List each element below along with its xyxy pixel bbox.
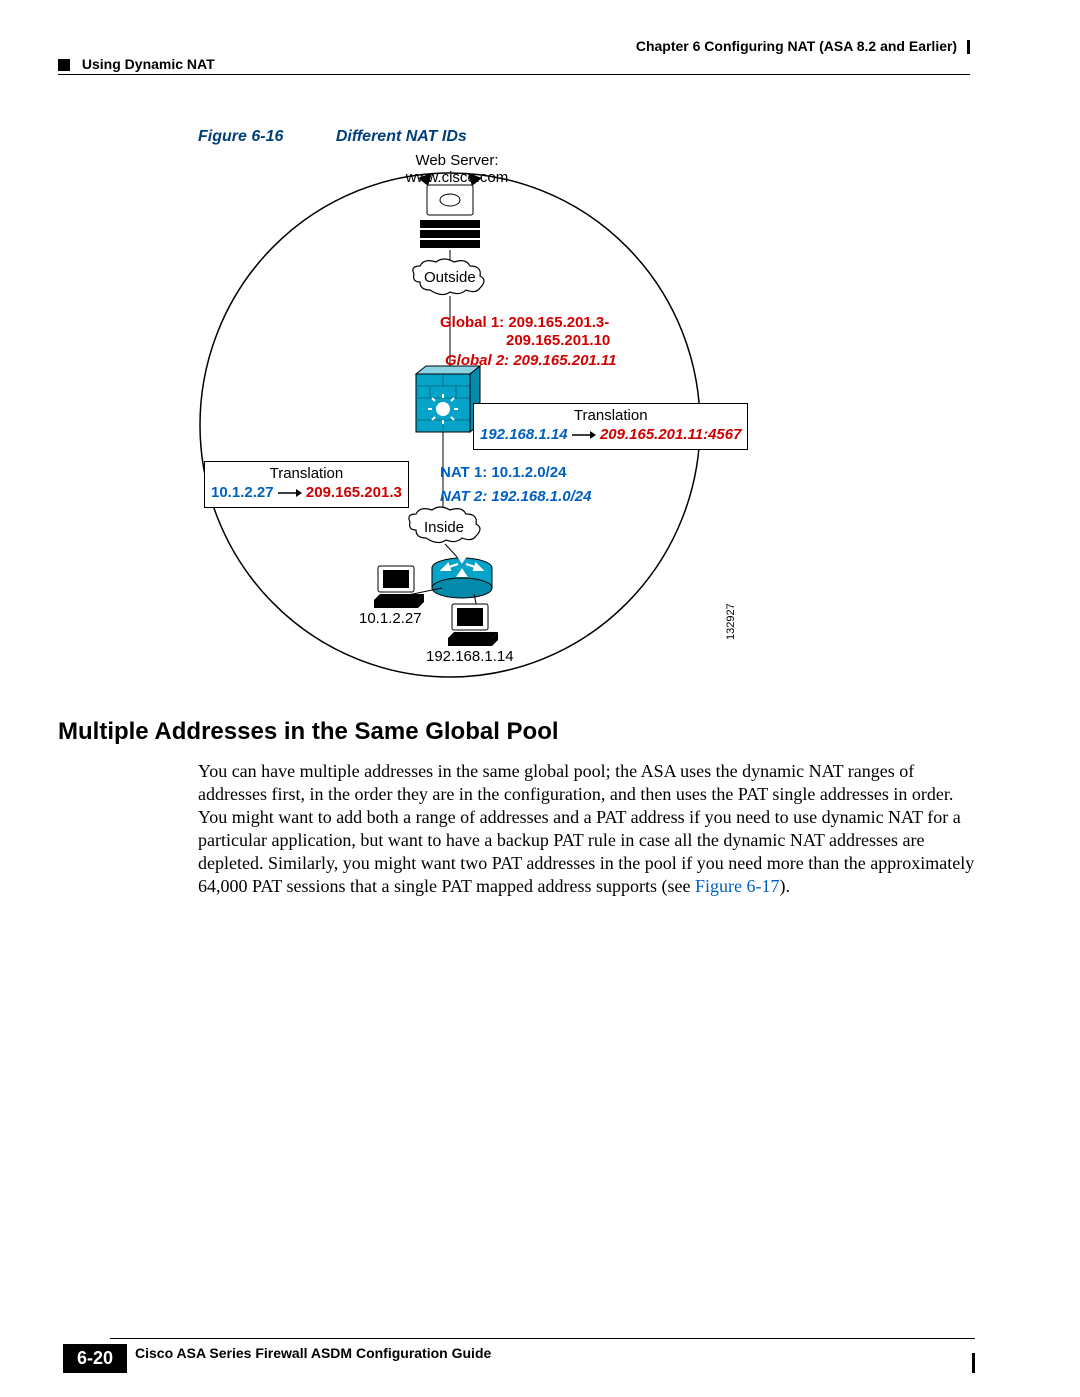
global1-line2: 209.165.201.10 <box>506 332 610 349</box>
arrow-right-icon <box>572 430 596 440</box>
webserver-line2: www.cisco.com <box>406 169 509 186</box>
body-pre: You can have multiple addresses in the s… <box>198 761 974 896</box>
trans-right-src: 192.168.1.14 <box>480 426 568 443</box>
section-heading: Multiple Addresses in the Same Global Po… <box>58 718 559 746</box>
figure-crossref-link[interactable]: Figure 6-17 <box>695 876 780 896</box>
arrow-right-icon <box>278 488 302 498</box>
translation-box-right: Translation 192.168.1.14 209.165.201.11:… <box>473 403 748 450</box>
translation-box-left: Translation 10.1.2.27 209.165.201.3 <box>204 461 409 508</box>
body-paragraph: You can have multiple addresses in the s… <box>198 760 975 898</box>
body-post: ). <box>780 876 791 896</box>
global1-line1: Global 1: 209.165.201.3- <box>440 314 609 331</box>
outside-label: Outside <box>424 269 476 286</box>
nat2-label: NAT 2: 192.168.1.0/24 <box>440 488 591 505</box>
figure-number: Figure 6-16 <box>198 128 283 145</box>
webserver-line1: Web Server: <box>415 152 498 169</box>
trans-left-src: 10.1.2.27 <box>211 484 274 501</box>
chapter-title: Chapter 6 Configuring NAT (ASA 8.2 and E… <box>636 38 957 54</box>
diagram: Web Server: www.cisco.com Outside Global… <box>170 150 770 680</box>
page-number-tab: 6-20 <box>63 1344 127 1373</box>
trans-left-dst: 209.165.201.3 <box>306 484 402 501</box>
figure-caption: Figure 6-16 Different NAT IDs <box>198 128 467 146</box>
header-rule <box>58 74 970 75</box>
running-header-left: Using Dynamic NAT <box>58 56 215 72</box>
translation-right-title: Translation <box>480 407 741 426</box>
footer-rule <box>110 1338 975 1339</box>
running-header-right: Chapter 6 Configuring NAT (ASA 8.2 and E… <box>636 38 970 54</box>
translation-left-title: Translation <box>211 465 402 484</box>
header-bar-icon <box>967 40 970 54</box>
global1-label: Global 1: 209.165.201.3- 209.165.201.10 <box>440 314 610 350</box>
host1-label: 10.1.2.27 <box>359 610 422 627</box>
image-code: 132927 <box>725 603 737 640</box>
nat1-label: NAT 1: 10.1.2.0/24 <box>440 464 566 481</box>
header-square-icon <box>58 59 70 71</box>
footer-bar-icon <box>972 1353 975 1373</box>
inside-label: Inside <box>424 519 464 536</box>
footer-guide-title: Cisco ASA Series Firewall ASDM Configura… <box>135 1345 491 1361</box>
global2-label: Global 2: 209.165.201.11 <box>445 352 617 369</box>
section-title: Using Dynamic NAT <box>82 56 215 72</box>
host2-label: 192.168.1.14 <box>426 648 514 665</box>
figure-title: Different NAT IDs <box>336 128 467 145</box>
trans-right-dst: 209.165.201.11:4567 <box>600 426 742 443</box>
webserver-label: Web Server: www.cisco.com <box>402 152 512 186</box>
